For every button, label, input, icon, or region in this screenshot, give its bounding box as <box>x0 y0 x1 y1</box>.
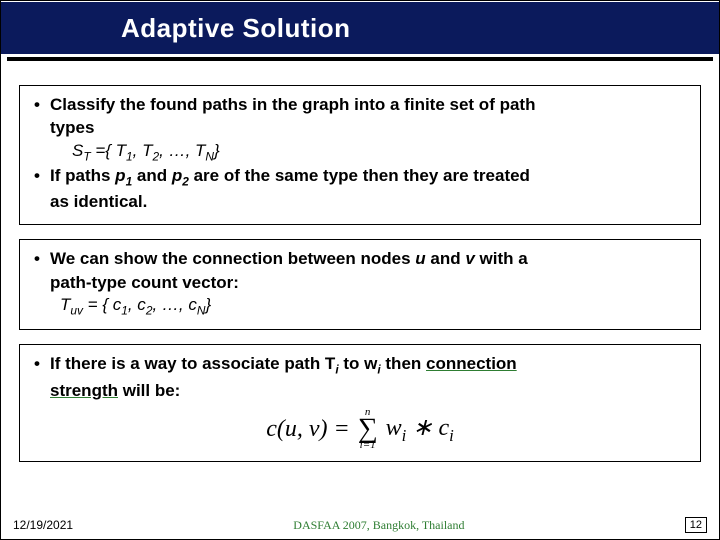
text: ={ T <box>91 141 126 160</box>
bullet-text: We can show the connection between nodes… <box>50 248 690 269</box>
bullet-text: If paths p1 and p2 are of the same type … <box>50 165 690 189</box>
var: p <box>172 166 182 185</box>
bullet-item: • If paths p1 and p2 are of the same typ… <box>30 165 690 189</box>
bullet-marker: • <box>30 94 50 115</box>
var: S <box>72 141 83 160</box>
var: p <box>115 166 125 185</box>
subscript: T <box>83 149 90 163</box>
text: path-type count vector: <box>50 273 239 292</box>
text: If there is a way to associate path T <box>50 354 335 373</box>
content-box-1: • Classify the found paths in the graph … <box>19 85 701 225</box>
text: } <box>205 295 211 314</box>
var: v <box>465 249 474 268</box>
subscript: i <box>449 425 454 444</box>
text: as identical. <box>50 192 147 211</box>
bullet-item: • Classify the found paths in the graph … <box>30 94 690 115</box>
bullet-text: strength will be: <box>50 380 690 401</box>
formula-line: Tuv = { c1, c2, …, cN} <box>60 295 690 317</box>
bullet-marker: • <box>30 353 50 377</box>
footer-date: 12/19/2021 <box>13 518 73 532</box>
text: } <box>214 141 220 160</box>
bullet-text: Classify the found paths in the graph in… <box>50 94 690 115</box>
bullet-continuation: strength will be: <box>30 380 690 401</box>
var: c <box>438 415 449 441</box>
content-box-2: • We can show the connection between nod… <box>19 239 701 330</box>
text: then <box>381 354 426 373</box>
sum-icon: n ∑ i=1 <box>358 407 378 451</box>
highlight-text: strength <box>50 381 118 400</box>
subscript: 2 <box>182 174 189 188</box>
subscript: 1 <box>121 303 128 317</box>
content-box-3: • If there is a way to associate path Ti… <box>19 344 701 462</box>
sum-lower: i=1 <box>360 440 376 451</box>
text: to w <box>339 354 378 373</box>
highlight-text: connection <box>426 354 517 373</box>
text: , …, c <box>152 295 196 314</box>
bullet-marker: • <box>30 248 50 269</box>
text: and <box>132 166 172 185</box>
bullet-item: • We can show the connection between nod… <box>30 248 690 269</box>
text: = { c <box>83 295 121 314</box>
text: , …, T <box>159 141 205 160</box>
content-area: • Classify the found paths in the graph … <box>1 61 719 462</box>
footer: 12/19/2021 DASFAA 2007, Bangkok, Thailan… <box>1 511 719 539</box>
bullet-continuation: types <box>30 117 690 138</box>
text: with a <box>475 249 528 268</box>
page-number: 12 <box>685 517 707 533</box>
equation: c(u, v) = n ∑ i=1 wi ∗ ci <box>30 407 690 451</box>
text: Classify the found paths in the graph in… <box>50 95 535 114</box>
subscript: N <box>205 149 214 163</box>
footer-venue: DASFAA 2007, Bangkok, Thailand <box>293 518 464 533</box>
text: We can show the connection between nodes <box>50 249 415 268</box>
text: are of the same type then they are treat… <box>189 166 530 185</box>
text: , c <box>128 295 146 314</box>
text: If paths <box>50 166 115 185</box>
slide: Adaptive Solution • Classify the found p… <box>0 0 720 540</box>
sum-symbol: ∑ <box>358 418 378 440</box>
text: types <box>50 118 94 137</box>
bullet-text: types <box>50 117 690 138</box>
title-band: Adaptive Solution <box>1 1 719 55</box>
subscript: uv <box>70 303 83 317</box>
var: u <box>415 249 425 268</box>
bullet-text: path-type count vector: <box>50 272 690 293</box>
op: ∗ <box>406 415 438 441</box>
text: , T <box>133 141 153 160</box>
bullet-item: • If there is a way to associate path Ti… <box>30 353 690 377</box>
text: and <box>426 249 466 268</box>
text: will be: <box>118 381 180 400</box>
eq-lhs: c(u, v) = <box>266 416 349 443</box>
bullet-marker: • <box>30 165 50 189</box>
bullet-continuation: path-type count vector: <box>30 272 690 293</box>
var: w <box>386 415 402 441</box>
bullet-text: If there is a way to associate path Ti t… <box>50 353 690 377</box>
var: T <box>60 295 70 314</box>
formula-line: ST ={ T1, T2, …, TN} <box>72 141 690 163</box>
subscript: 1 <box>126 149 133 163</box>
slide-title: Adaptive Solution <box>121 13 351 44</box>
bullet-text: as identical. <box>50 191 690 212</box>
bullet-continuation: as identical. <box>30 191 690 212</box>
